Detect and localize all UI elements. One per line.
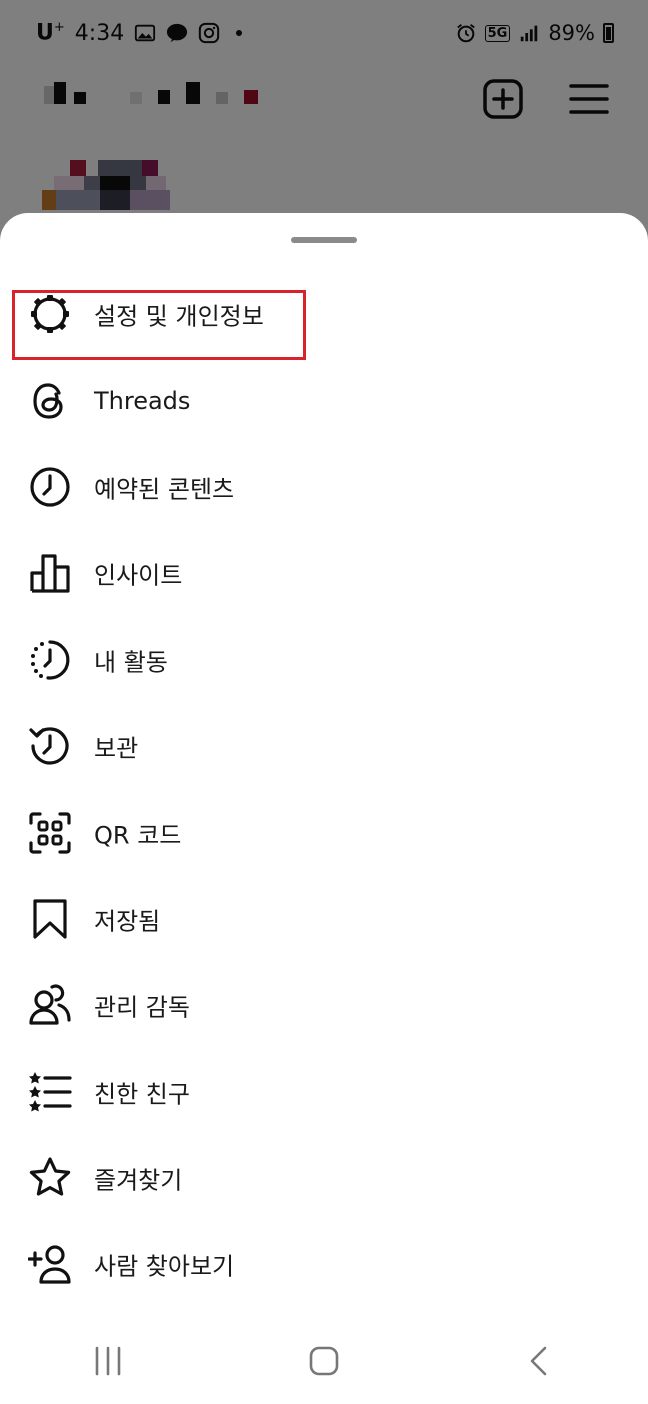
system-navigation-bar — [0, 1318, 648, 1404]
supervision-icon — [29, 984, 71, 1025]
qr-code-icon — [29, 811, 71, 854]
menu-item-label: 인사이트 — [94, 561, 183, 590]
menu-item-qr-code[interactable]: QR 코드 — [0, 789, 648, 875]
menu-item-close-friends[interactable]: 친한 친구 — [0, 1049, 648, 1135]
menu-item-your-activity[interactable]: 내 활동 — [0, 617, 648, 703]
menu-item-scheduled-content[interactable]: 예약된 콘텐츠 — [0, 444, 648, 530]
recent-apps-button[interactable] — [78, 1331, 138, 1391]
recent-apps-icon — [95, 1346, 121, 1376]
threads-icon — [33, 382, 63, 419]
highlight-box — [12, 290, 306, 360]
menu-list: 설정 및 개인정보 Threads 예약된 콘텐츠 인사이트 내 활동 보관 Q… — [0, 271, 648, 1308]
back-icon — [530, 1346, 547, 1376]
menu-item-label: 보관 — [94, 734, 139, 763]
menu-item-label: 관리 감독 — [94, 993, 190, 1022]
insights-icon — [30, 554, 70, 593]
menu-item-label: 예약된 콘텐츠 — [94, 475, 235, 504]
bottom-sheet: 설정 및 개인정보 Threads 예약된 콘텐츠 인사이트 내 활동 보관 Q… — [0, 213, 648, 1404]
menu-item-archive[interactable]: 보관 — [0, 703, 648, 789]
menu-item-favorites[interactable]: 즐겨찾기 — [0, 1135, 648, 1221]
menu-item-label: QR 코드 — [94, 821, 182, 850]
add-person-icon — [28, 1245, 71, 1285]
menu-item-label: 내 활동 — [94, 648, 168, 677]
home-button[interactable] — [294, 1331, 354, 1391]
menu-item-saved[interactable]: 저장됨 — [0, 876, 648, 962]
menu-item-label: 사람 찾아보기 — [94, 1252, 235, 1281]
menu-item-label: Threads — [94, 386, 191, 415]
menu-item-insights[interactable]: 인사이트 — [0, 530, 648, 616]
activity-icon — [31, 640, 70, 680]
menu-item-label: 친한 친구 — [94, 1080, 190, 1109]
sheet-drag-handle[interactable] — [291, 237, 357, 243]
bookmark-icon — [33, 899, 67, 939]
close-friends-icon — [29, 1071, 72, 1112]
home-icon — [309, 1346, 339, 1376]
menu-item-label: 저장됨 — [94, 907, 161, 936]
clock-icon — [30, 467, 70, 507]
star-icon — [29, 1157, 71, 1196]
menu-item-threads[interactable]: Threads — [0, 357, 648, 443]
menu-item-discover-people[interactable]: 사람 찾아보기 — [0, 1221, 648, 1307]
archive-icon — [29, 727, 69, 765]
menu-item-label: 즐겨찾기 — [94, 1166, 183, 1195]
menu-item-supervision[interactable]: 관리 감독 — [0, 962, 648, 1048]
back-button[interactable] — [510, 1331, 570, 1391]
